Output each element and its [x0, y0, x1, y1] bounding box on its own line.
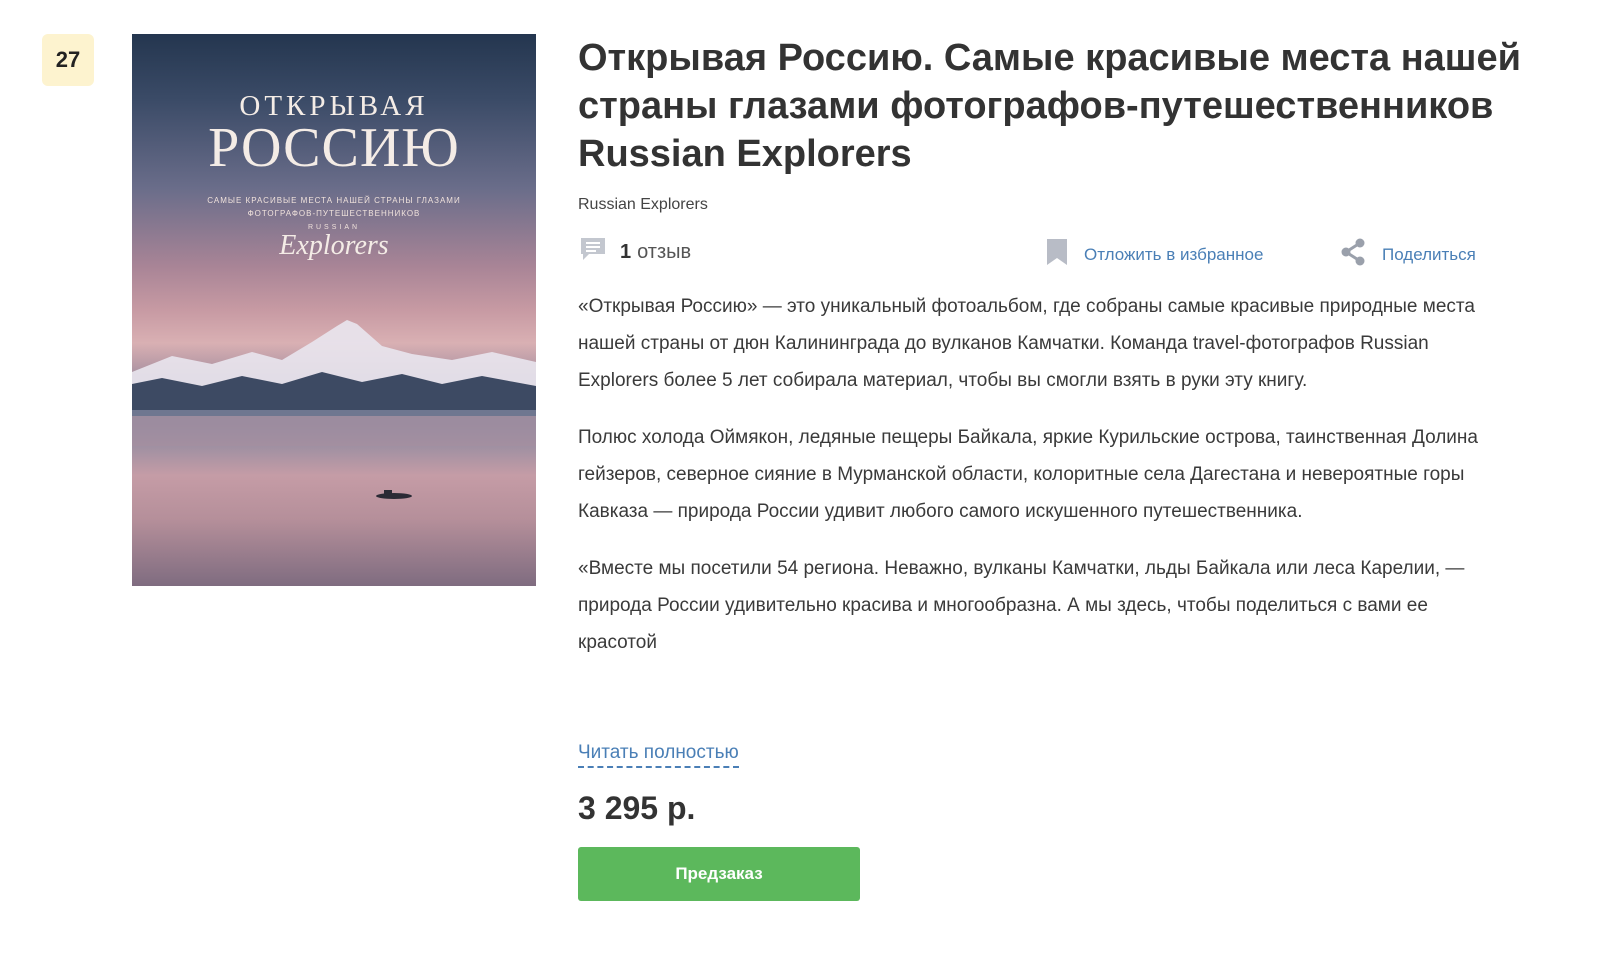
rank-badge: 27	[42, 34, 94, 86]
preorder-button[interactable]: Предзаказ	[578, 847, 860, 901]
add-to-favorites-button[interactable]: Отложить в избранное	[1046, 238, 1263, 271]
product-actions: 1 отзыв Отложить в избранное Поделиться	[578, 236, 1538, 268]
description-paragraph: «Открывая Россию» — это уникальный фотоа…	[578, 296, 1475, 391]
reviews-link[interactable]: 1 отзыв	[578, 236, 691, 268]
cover-title-line2: РОССИЮ	[208, 117, 460, 179]
favorites-label: Отложить в избранное	[1084, 244, 1264, 264]
bookmark-icon	[1046, 238, 1084, 271]
description-paragraph: «Вместе мы посетили 54 региона. Неважно,…	[578, 558, 1465, 653]
cover-subtitle: САМЫЕ КРАСИВЫЕ МЕСТА НАШЕЙ СТРАНЫ ГЛАЗАМ…	[207, 196, 461, 218]
share-button[interactable]: Поделиться	[1340, 238, 1476, 271]
comment-icon	[578, 236, 608, 268]
reviews-count: 1	[620, 240, 632, 263]
cover-brand-script: Explorers	[279, 230, 389, 261]
product-info: Открывая Россию. Самые красивые места на…	[578, 34, 1538, 901]
book-cover[interactable]: ОТКРЫВАЯ РОССИЮ САМЫЕ КРАСИВЫЕ МЕСТА НАШ…	[132, 34, 536, 586]
product-description: «Открывая Россию» — это уникальный фотоа…	[578, 288, 1498, 734]
description-paragraph: Полюс холода Оймякон, ледяные пещеры Бай…	[578, 427, 1478, 522]
product-title[interactable]: Открывая Россию. Самые красивые места на…	[578, 34, 1538, 178]
share-icon	[1340, 238, 1382, 271]
share-label: Поделиться	[1382, 244, 1476, 264]
product-price: 3 295 р.	[578, 790, 696, 826]
description-fade	[578, 670, 1498, 734]
reviews-label: отзыв	[637, 240, 692, 263]
read-more-link[interactable]: Читать полностью	[578, 742, 739, 768]
product-author[interactable]: Russian Explorers	[578, 196, 1538, 214]
